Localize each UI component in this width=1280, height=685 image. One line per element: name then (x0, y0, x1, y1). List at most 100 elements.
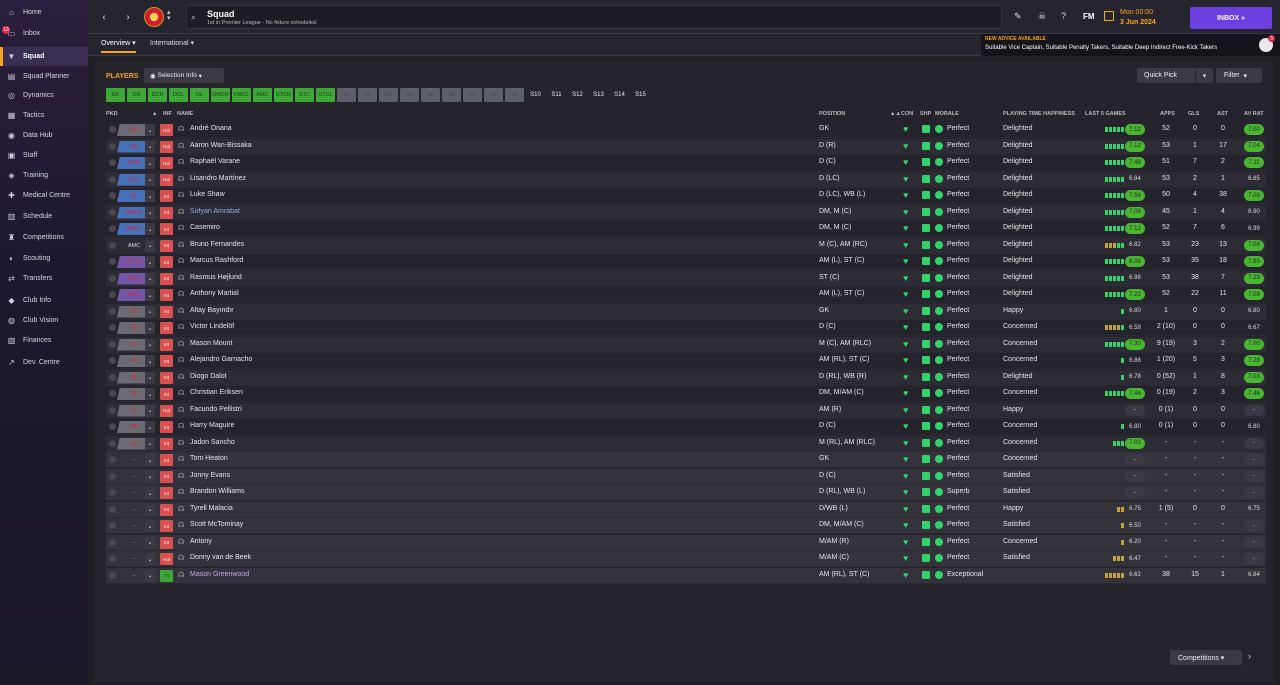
picked-toggle[interactable] (109, 538, 116, 546)
picked-toggle[interactable] (109, 307, 116, 315)
table-row[interactable]: S6 ⌄ Int ☊ Christian Eriksen DM, M/AM (C) ♥ Per… (106, 386, 1266, 402)
table-row[interactable]: DCL ⌄ Hol ☊ Lisandro Martínez D (LC) ♥ Perfect D… (106, 171, 1266, 188)
player-name[interactable]: Mason Greenwood (190, 571, 249, 578)
position-chip-s5[interactable]: S5 (421, 88, 440, 102)
chevron-down-icon[interactable]: ⌄ (145, 371, 155, 384)
player-name[interactable]: Raphaël Varane (190, 158, 240, 165)
position-chip-s14[interactable]: S14 (610, 88, 629, 102)
position-chip-s15[interactable]: S15 (631, 88, 650, 102)
chevron-down-icon[interactable]: ⌄ (145, 503, 155, 516)
sidebar-item-finances[interactable]: ▧ Finances (0, 331, 88, 350)
player-name[interactable]: Lisandro Martínez (190, 175, 246, 182)
player-name[interactable]: Tyrell Malacia (190, 505, 233, 512)
table-row[interactable]: STCL ⌄ Int ☊ Anthony Martial AM (L), ST (C) ♥ P… (106, 287, 1266, 303)
chevron-down-icon[interactable]: ⌄ (145, 388, 155, 400)
chevron-down-icon[interactable]: ⌄ (145, 569, 155, 582)
chevron-down-icon[interactable]: ⌄ (145, 272, 155, 285)
sidebar-item-dynamics[interactable]: ◎ Dynamics (0, 86, 88, 105)
col-av-rat[interactable]: AV RAT (1244, 111, 1264, 117)
help-icon[interactable]: ? (1061, 11, 1066, 21)
picked-toggle[interactable] (109, 159, 116, 166)
next-arrow-icon[interactable]: › (1248, 651, 1251, 661)
sidebar-item-competitions[interactable]: ♜ Competitions (0, 228, 88, 247)
sidebar-item-scouting[interactable]: ◐ Scouting (0, 249, 88, 268)
table-row[interactable]: - ⌄ Int ☊ Scott McTominay DM, M/AM (C) ♥ Perfec… (106, 518, 1266, 534)
table-row[interactable]: DCR ⌄ Hol ☊ Raphaël Varane D (C) ♥ Perfect Delig… (106, 155, 1266, 171)
position-chip-dcl[interactable]: DCL (169, 88, 188, 102)
table-row[interactable]: S8 ⌄ Int ☊ Harry Maguire D (C) ♥ Perfect Concern… (106, 419, 1266, 435)
picked-toggle[interactable] (109, 208, 116, 216)
chevron-down-icon[interactable]: ⌄ (145, 421, 155, 433)
col-pkd[interactable]: PKD (106, 111, 118, 117)
picked-toggle[interactable] (109, 192, 116, 199)
col-shp[interactable]: SHP (920, 111, 931, 117)
col-con[interactable]: CON (901, 111, 913, 117)
player-name[interactable]: Harry Maguire (190, 422, 234, 429)
table-row[interactable]: DR ⌄ Hol ☊ Aaron Wan-Bissaka D (R) ♥ Perfect Del… (106, 138, 1266, 155)
table-row[interactable]: - ⌄ Fit ☊ Mason Greenwood AM (RL), ST (C) ♥ Exc… (106, 567, 1266, 584)
table-row[interactable]: S4 ⌄ Int ☊ Alejandro Garnacho AM (RL), ST (C)… (106, 353, 1266, 369)
inbox-continue-button[interactable]: INBOX » (1190, 7, 1272, 29)
position-chip-dl[interactable]: DL (190, 88, 209, 102)
picked-toggle[interactable] (109, 258, 116, 265)
chevron-down-icon[interactable]: ⌄ (145, 206, 155, 219)
player-name[interactable]: Luke Shaw (190, 191, 225, 198)
player-name[interactable]: Victor Lindelöf (190, 323, 234, 330)
position-chip-amc[interactable]: AMC (253, 88, 272, 102)
col-gls[interactable]: GLS (1188, 111, 1199, 117)
picked-toggle[interactable] (109, 555, 116, 562)
table-row[interactable]: - ⌄ Int ☊ Tyrell Malacia D/WB (L) ♥ Perfect Happ… (106, 501, 1266, 518)
position-chip-dmcr[interactable]: DMCR (211, 88, 230, 102)
chevron-down-icon[interactable]: ⌄ (145, 289, 155, 301)
player-name[interactable]: Jadon Sancho (190, 439, 235, 446)
col-apps[interactable]: APPS (1160, 111, 1175, 117)
col-morale[interactable]: MORALE (935, 111, 959, 117)
player-name[interactable]: Bruno Fernandes (190, 241, 244, 248)
picked-toggle[interactable] (109, 126, 116, 133)
table-row[interactable]: - ⌄ Int ☊ Brandon Williams D (RL), WB (L) ♥ Sup… (106, 485, 1266, 501)
table-row[interactable]: STCR ⌄ Int ☊ Marcus Rashford AM (L), ST (C) ♥ P… (106, 254, 1266, 270)
picked-toggle[interactable] (109, 505, 116, 513)
forward-icon[interactable]: › (120, 9, 136, 25)
position-chip-s1[interactable]: S1 (337, 88, 356, 102)
col-name[interactable]: NAME (177, 111, 193, 117)
sidebar-item-training[interactable]: ◈ Training (0, 166, 88, 185)
player-name[interactable]: Jonny Evans (190, 472, 230, 479)
chevron-down-icon[interactable]: ⌄ (145, 157, 155, 169)
edit-icon[interactable]: ✎ (1014, 11, 1022, 22)
chevron-down-icon[interactable]: ⌄ (145, 536, 155, 549)
position-chip-dcr[interactable]: DCR (148, 88, 167, 102)
sidebar-item-medical-centre[interactable]: ✚ Medical Centre (0, 186, 88, 205)
picked-toggle[interactable] (109, 357, 116, 364)
chevron-down-icon[interactable]: ⌄ (145, 190, 155, 202)
picked-toggle[interactable] (109, 489, 116, 496)
position-chip-stcr[interactable]: STCR (274, 88, 293, 102)
col-inf[interactable]: INF (163, 111, 172, 117)
position-chip-s6[interactable]: S6 (442, 88, 461, 102)
player-name[interactable]: Brandon Williams (190, 488, 244, 495)
col-playing-time-happiness[interactable]: PLAYING TIME HAPPINESS (1003, 111, 1075, 117)
table-row[interactable]: DMCR ⌄ Int ☊ Sofyan Amrabat DM, M (C) ♥ Perfect… (106, 204, 1266, 221)
player-name[interactable]: Tom Heaton (190, 455, 228, 462)
chevron-down-icon[interactable]: ⌄ (145, 437, 155, 450)
table-row[interactable]: S5 ⌄ Int ☊ Diogo Dalot D (RL), WB (R) ♥ Perfect… (106, 369, 1266, 386)
player-name[interactable]: Altay Bayındır (190, 307, 234, 314)
player-name[interactable]: André Onana (190, 125, 232, 132)
picked-toggle[interactable] (109, 406, 116, 414)
player-name[interactable]: Antony (190, 538, 212, 545)
sidebar-item-schedule[interactable]: ▥ Schedule (0, 207, 88, 226)
position-chip-stcl[interactable]: STCL (316, 88, 335, 102)
sidebar-item-club-vision[interactable]: ◍ Club Vision (0, 311, 88, 330)
quick-pick-dropdown-icon[interactable]: ▾ (1195, 68, 1213, 83)
chevron-down-icon[interactable]: ⌄ (145, 338, 155, 351)
chevron-down-icon[interactable]: ⌄ (145, 454, 155, 466)
col-last-5-games[interactable]: LAST 5 GAMES (1085, 111, 1126, 117)
player-name[interactable]: Sofyan Amrabat (190, 208, 240, 215)
picked-toggle[interactable] (109, 571, 116, 579)
sidebar-item-dev-centre[interactable]: ↗ Dev. Centre (0, 353, 88, 372)
chevron-down-icon[interactable]: ⌄ (145, 140, 155, 153)
player-name[interactable]: Alejandro Garnacho (190, 356, 252, 363)
table-row[interactable]: S2 ⌄ Int ☊ Victor Lindelöf D (C) ♥ Perfect Conce… (106, 320, 1266, 336)
player-name[interactable]: Marcus Rashford (190, 257, 243, 264)
chevron-down-icon[interactable]: ⌄ (145, 355, 155, 367)
